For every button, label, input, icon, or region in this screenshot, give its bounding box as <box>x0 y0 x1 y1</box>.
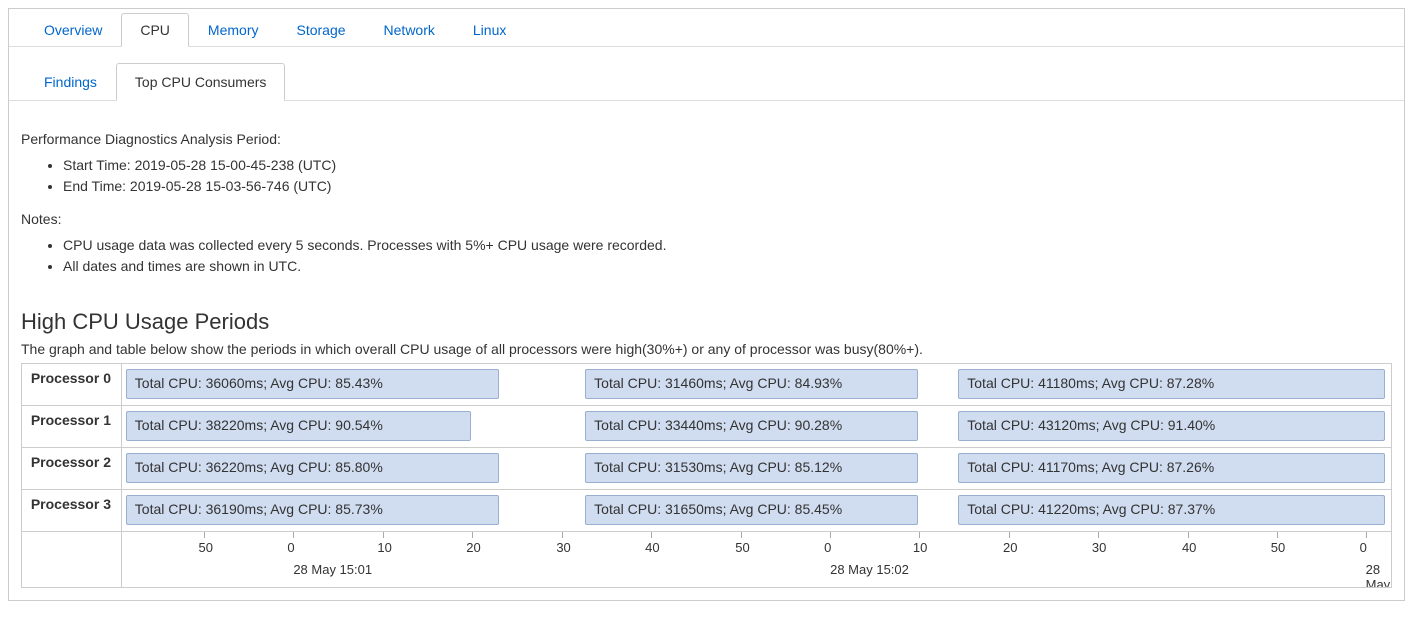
tick-label: 0 <box>824 540 831 555</box>
tick-label: 0 <box>287 540 294 555</box>
time-axis: 50 0 28 May 15:01 10 20 30 40 50 0 28 May 15:02 10… <box>22 532 1391 587</box>
processor-row: Processor 2Total CPU: 36220ms; Avg CPU: … <box>22 448 1391 490</box>
cpu-usage-bar[interactable]: Total CPU: 38220ms; Avg CPU: 90.54% <box>126 411 471 441</box>
processor-row: Processor 3Total CPU: 36190ms; Avg CPU: … <box>22 490 1391 532</box>
cpu-usage-bar[interactable]: Total CPU: 33440ms; Avg CPU: 90.28% <box>585 411 917 441</box>
analysis-period-label: Performance Diagnostics Analysis Period: <box>21 131 1392 147</box>
axis-major-label: 28 May 15:01 <box>293 562 372 577</box>
start-time-text: Start Time: 2019-05-28 15-00-45-238 (UTC… <box>63 155 1392 176</box>
processor-label: Processor 3 <box>22 490 122 531</box>
axis-major-label: 28 May 15:03 <box>1366 562 1391 587</box>
axis-tick: 40 <box>1188 532 1196 555</box>
tick-label: 10 <box>377 540 391 555</box>
content-area: Performance Diagnostics Analysis Period:… <box>9 101 1404 600</box>
tick-label: 40 <box>645 540 659 555</box>
end-time-text: End Time: 2019-05-28 15-03-56-746 (UTC) <box>63 176 1392 197</box>
tick-label: 20 <box>1003 540 1017 555</box>
cpu-usage-bar[interactable]: Total CPU: 41180ms; Avg CPU: 87.28% <box>958 369 1384 399</box>
sub-tab-strip: FindingsTop CPU Consumers <box>9 47 1404 101</box>
axis-tick: 0 <box>830 532 831 555</box>
section-title: High CPU Usage Periods <box>21 309 1392 335</box>
axis-tick: 50 <box>204 532 212 555</box>
tick-label: 50 <box>198 540 212 555</box>
axis-tick: 10 <box>919 532 927 555</box>
axis-tick: 50 <box>741 532 749 555</box>
subtab-findings[interactable]: Findings <box>25 63 116 100</box>
bars-area: Total CPU: 38220ms; Avg CPU: 90.54% Total… <box>122 406 1391 447</box>
cpu-usage-bar[interactable]: Total CPU: 36220ms; Avg CPU: 85.80% <box>126 453 499 483</box>
tab-memory[interactable]: Memory <box>189 13 278 46</box>
processor-row: Processor 0Total CPU: 36060ms; Avg CPU: … <box>22 364 1391 406</box>
tick-label: 30 <box>1092 540 1106 555</box>
cpu-usage-chart: Processor 0Total CPU: 36060ms; Avg CPU: … <box>21 363 1392 588</box>
main-tab-strip: OverviewCPUMemoryStorageNetworkLinux <box>9 9 1404 47</box>
processor-row: Processor 1Total CPU: 38220ms; Avg CPU: … <box>22 406 1391 448</box>
tick-label: 0 <box>1360 540 1367 555</box>
axis-tick: 10 <box>383 532 391 555</box>
axis-major-label: 28 May 15:02 <box>830 562 909 577</box>
axis-tick: 20 <box>1009 532 1017 555</box>
diagnostics-panel: OverviewCPUMemoryStorageNetworkLinux Fin… <box>8 8 1405 601</box>
tick-label: 30 <box>556 540 570 555</box>
cpu-usage-bar[interactable]: Total CPU: 36190ms; Avg CPU: 85.73% <box>126 495 499 525</box>
analysis-period-list: Start Time: 2019-05-28 15-00-45-238 (UTC… <box>63 155 1392 197</box>
processor-label: Processor 2 <box>22 448 122 489</box>
cpu-usage-bar[interactable]: Total CPU: 31650ms; Avg CPU: 85.45% <box>585 495 917 525</box>
tick-label: 50 <box>1271 540 1285 555</box>
cpu-usage-bar[interactable]: Total CPU: 41220ms; Avg CPU: 87.37% <box>958 495 1384 525</box>
subtab-top-cpu-consumers[interactable]: Top CPU Consumers <box>116 63 286 101</box>
notes-list: CPU usage data was collected every 5 sec… <box>63 235 1392 277</box>
cpu-usage-bar[interactable]: Total CPU: 43120ms; Avg CPU: 91.40% <box>958 411 1384 441</box>
tick-label: 20 <box>466 540 480 555</box>
notes-label: Notes: <box>21 211 1392 227</box>
processor-label: Processor 0 <box>22 364 122 405</box>
axis-tick: 30 <box>1098 532 1106 555</box>
axis-tick: 0 <box>1366 532 1367 555</box>
cpu-usage-bar[interactable]: Total CPU: 41170ms; Avg CPU: 87.26% <box>958 453 1384 483</box>
tab-overview[interactable]: Overview <box>25 13 121 46</box>
tab-linux[interactable]: Linux <box>454 13 525 46</box>
cpu-usage-bar[interactable]: Total CPU: 31530ms; Avg CPU: 85.12% <box>585 453 917 483</box>
axis-tick: 50 <box>1277 532 1285 555</box>
cpu-usage-bar[interactable]: Total CPU: 36060ms; Avg CPU: 85.43% <box>126 369 499 399</box>
cpu-usage-bar[interactable]: Total CPU: 31460ms; Avg CPU: 84.93% <box>585 369 917 399</box>
axis-tick: 30 <box>562 532 570 555</box>
axis-tick: 40 <box>651 532 659 555</box>
tick-label: 10 <box>913 540 927 555</box>
axis-tick: 0 <box>293 532 294 555</box>
axis-tick: 20 <box>472 532 480 555</box>
bars-area: Total CPU: 36220ms; Avg CPU: 85.80% Total… <box>122 448 1391 489</box>
bars-area: Total CPU: 36190ms; Avg CPU: 85.73% Total… <box>122 490 1391 531</box>
note-item: All dates and times are shown in UTC. <box>63 256 1392 277</box>
note-item: CPU usage data was collected every 5 sec… <box>63 235 1392 256</box>
tab-network[interactable]: Network <box>365 13 454 46</box>
processor-label: Processor 1 <box>22 406 122 447</box>
tab-storage[interactable]: Storage <box>277 13 364 46</box>
tick-label: 50 <box>735 540 749 555</box>
tab-cpu[interactable]: CPU <box>121 13 189 47</box>
bars-area: Total CPU: 36060ms; Avg CPU: 85.43% Total… <box>122 364 1391 405</box>
tick-label: 40 <box>1182 540 1196 555</box>
section-desc: The graph and table below show the perio… <box>21 341 1392 357</box>
